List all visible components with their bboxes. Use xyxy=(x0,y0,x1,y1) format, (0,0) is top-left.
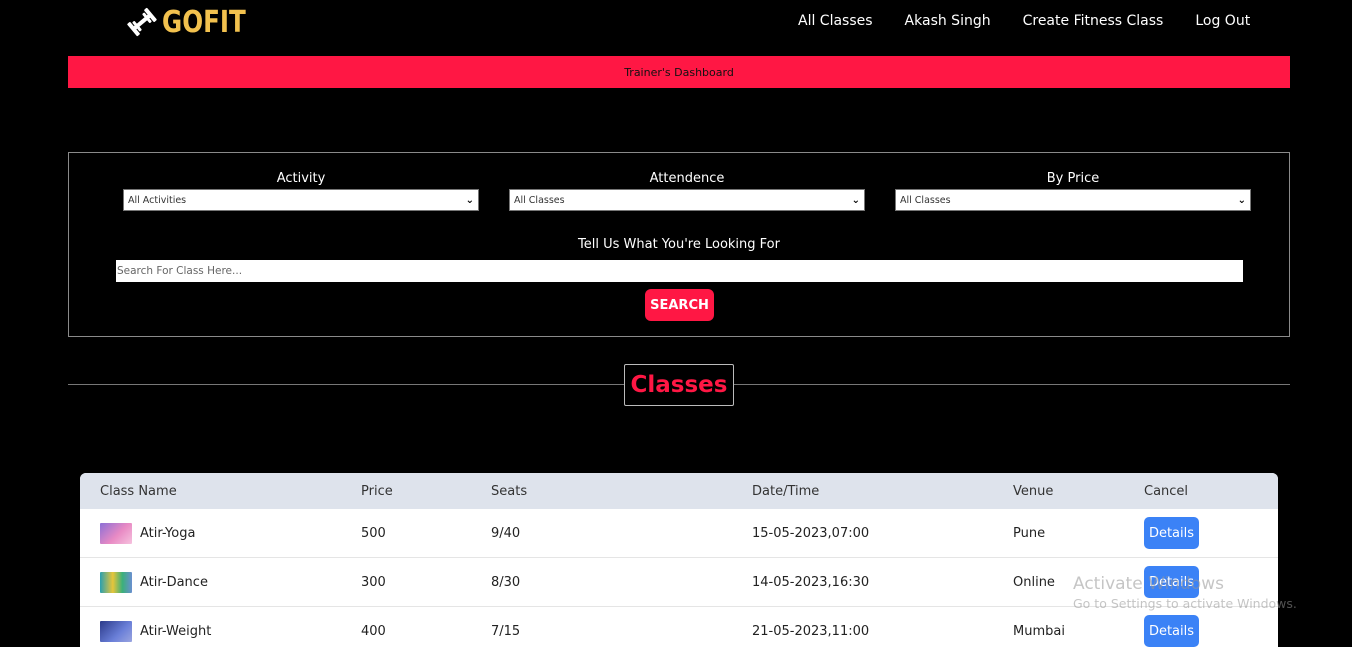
nav-profile[interactable]: Akash Singh xyxy=(889,12,1007,30)
price-selected: All Classes xyxy=(900,194,951,206)
class-seats: 7/15 xyxy=(491,623,521,639)
class-price: 500 xyxy=(361,525,386,541)
price-label: By Price xyxy=(1046,171,1100,186)
class-thumbnail xyxy=(100,571,132,593)
table-row: Atir-Yoga 500 9/40 15-05-2023,07:00 Pune… xyxy=(80,509,1278,558)
class-price: 300 xyxy=(361,574,386,590)
col-price: Price xyxy=(361,483,393,499)
dashboard-title: Trainer's Dashboard xyxy=(624,65,734,79)
attendence-select[interactable]: All Classes ⌄ xyxy=(509,189,865,211)
attendence-label: Attendence xyxy=(649,171,725,186)
class-price: 400 xyxy=(361,623,386,639)
nav-logout[interactable]: Log Out xyxy=(1179,12,1266,30)
details-button[interactable]: Details xyxy=(1144,517,1199,549)
class-name-cell: Atir-Weight xyxy=(100,607,211,647)
class-datetime: 15-05-2023,07:00 xyxy=(752,525,870,541)
col-venue: Venue xyxy=(1013,483,1054,499)
class-thumbnail xyxy=(100,522,132,544)
class-datetime: 14-05-2023,16:30 xyxy=(752,574,870,590)
price-filter: By Price All Classes ⌄ xyxy=(895,171,1251,211)
top-nav: All Classes Akash Singh Create Fitness C… xyxy=(782,12,1266,30)
table-header: Class Name Price Seats Date/Time Venue C… xyxy=(80,473,1278,509)
col-cancel: Cancel xyxy=(1144,483,1189,499)
activity-select[interactable]: All Activities ⌄ xyxy=(123,189,479,211)
table-row: Atir-Dance 300 8/30 14-05-2023,16:30 Onl… xyxy=(80,558,1278,607)
class-action-cell: Details xyxy=(1144,509,1199,557)
filter-panel: Activity All Activities ⌄ Attendence All… xyxy=(68,152,1290,337)
class-name: Atir-Dance xyxy=(140,574,208,590)
nav-create-class[interactable]: Create Fitness Class xyxy=(1007,12,1180,30)
gofit-logo[interactable]: GOFIT xyxy=(126,2,264,42)
chevron-down-icon: ⌄ xyxy=(851,194,860,206)
col-class-name: Class Name xyxy=(100,483,177,499)
class-action-cell: Details xyxy=(1144,607,1199,647)
class-name: Atir-Weight xyxy=(140,623,212,639)
activity-selected: All Activities xyxy=(128,194,187,206)
classes-heading: Classes xyxy=(624,364,734,406)
class-thumbnail xyxy=(100,620,132,642)
details-button[interactable]: Details xyxy=(1144,615,1199,647)
activity-label: Activity xyxy=(276,171,326,186)
search-placeholder: Search For Class Here... xyxy=(117,265,243,277)
class-name: Atir-Yoga xyxy=(140,525,196,541)
class-seats: 9/40 xyxy=(491,525,521,541)
nav-all-classes[interactable]: All Classes xyxy=(782,12,889,30)
dumbbell-icon xyxy=(126,7,158,37)
class-datetime: 21-05-2023,11:00 xyxy=(752,623,870,639)
chevron-down-icon: ⌄ xyxy=(1237,194,1246,206)
attendence-filter: Attendence All Classes ⌄ xyxy=(509,171,865,211)
class-name-cell: Atir-Dance xyxy=(100,558,208,606)
details-button[interactable]: Details xyxy=(1144,566,1199,598)
price-select[interactable]: All Classes ⌄ xyxy=(895,189,1251,211)
dashboard-banner: Trainer's Dashboard xyxy=(68,56,1290,88)
class-venue: Mumbai xyxy=(1013,623,1065,639)
attendence-selected: All Classes xyxy=(514,194,565,206)
logo-text: GOFIT xyxy=(162,4,246,40)
classes-table: Class Name Price Seats Date/Time Venue C… xyxy=(80,473,1278,647)
activity-filter: Activity All Activities ⌄ xyxy=(123,171,479,211)
class-name-cell: Atir-Yoga xyxy=(100,509,195,557)
chevron-down-icon: ⌄ xyxy=(465,194,474,206)
class-seats: 8/30 xyxy=(491,574,521,590)
col-seats: Seats xyxy=(491,483,528,499)
table-row: Atir-Weight 400 7/15 21-05-2023,11:00 Mu… xyxy=(80,607,1278,647)
search-label: Tell Us What You're Looking For xyxy=(578,237,780,252)
class-venue: Online xyxy=(1013,574,1055,590)
search-input[interactable]: Search For Class Here... xyxy=(116,260,1243,282)
col-datetime: Date/Time xyxy=(752,483,820,499)
class-venue: Pune xyxy=(1013,525,1046,541)
search-button[interactable]: SEARCH xyxy=(645,289,714,321)
class-action-cell: Details xyxy=(1144,558,1199,606)
